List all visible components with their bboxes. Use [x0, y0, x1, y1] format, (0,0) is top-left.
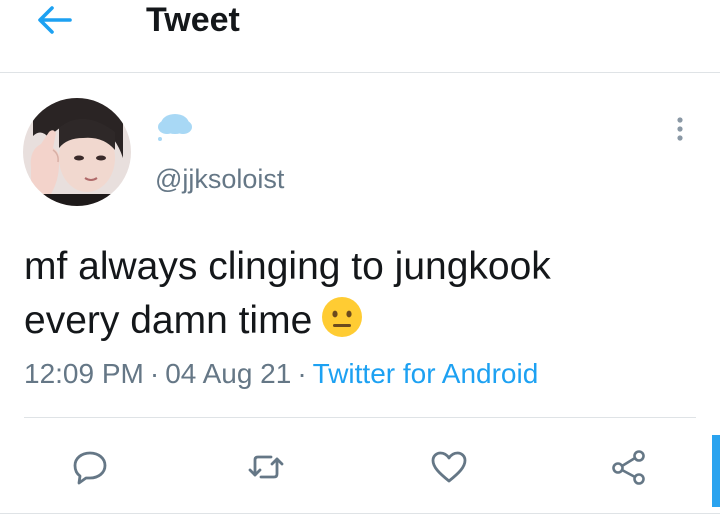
- meta-separator: ·: [149, 358, 160, 389]
- display-name-cloud-emoji: [155, 110, 195, 144]
- tweet-text-line-2: every damn time: [24, 294, 694, 348]
- more-options-button[interactable]: [670, 114, 690, 146]
- tweet-text-line-2-text: every damn time: [24, 299, 313, 342]
- user-handle[interactable]: @jjksoloist: [155, 163, 284, 195]
- meta-divider: [24, 417, 696, 418]
- retweet-icon: [248, 455, 284, 479]
- tweet-meta: 12:09 PM · 04 Aug 21 · Twitter for Android: [24, 356, 538, 392]
- more-vertical-icon: [677, 117, 683, 141]
- tweet-date: 04 Aug 21: [165, 358, 292, 389]
- neutral-face-icon: [322, 297, 363, 337]
- arrow-left-icon: [38, 6, 72, 34]
- profile-photo: [23, 98, 131, 206]
- heart-icon: [431, 451, 467, 483]
- actions-divider: [0, 513, 720, 514]
- page-title: Tweet: [146, 1, 240, 39]
- retweet-button[interactable]: [244, 445, 288, 489]
- meta-separator: ·: [297, 358, 307, 389]
- reply-button[interactable]: [68, 445, 112, 489]
- tweet-source-link[interactable]: Twitter for Android: [313, 358, 539, 389]
- share-icon: [612, 450, 645, 485]
- like-button[interactable]: [427, 445, 471, 489]
- cloud-emoji-icon: [158, 114, 192, 141]
- header-divider: [0, 72, 720, 73]
- scrollbar[interactable]: [712, 435, 720, 507]
- tweet-text: mf always clinging to jungkook every dam…: [24, 240, 694, 348]
- share-button[interactable]: [607, 445, 651, 489]
- top-bar: Tweet: [0, 0, 720, 72]
- tweet-time: 12:09 PM: [24, 358, 144, 389]
- tweet-text-line-1: mf always clinging to jungkook: [24, 245, 551, 288]
- avatar[interactable]: [23, 98, 131, 206]
- back-button[interactable]: [30, 2, 82, 38]
- neutral-face-emoji: [320, 295, 364, 339]
- reply-icon: [73, 451, 107, 485]
